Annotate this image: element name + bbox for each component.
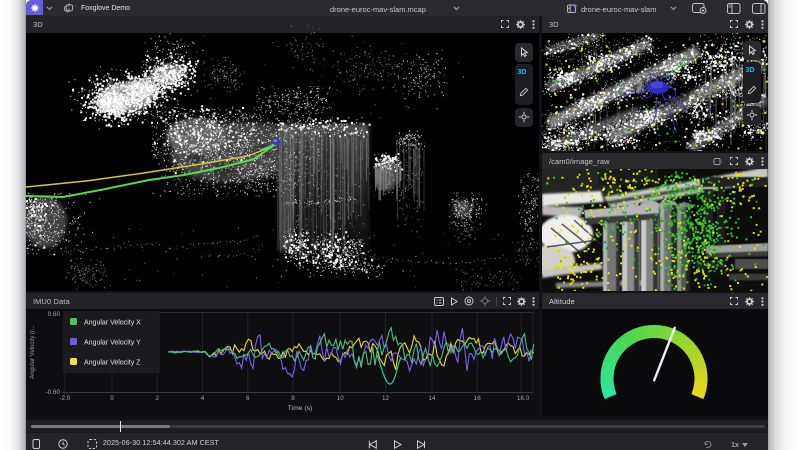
svg-text:8: 8	[291, 395, 295, 402]
svg-text:0.60: 0.60	[48, 311, 61, 318]
svg-text:Angular Velocity X: Angular Velocity X	[84, 320, 141, 327]
svg-text:Angular Velocity Y: Angular Velocity Y	[84, 340, 141, 347]
svg-text:16: 16	[474, 395, 482, 402]
svg-text:2: 2	[156, 395, 160, 402]
svg-text:-0.60: -0.60	[46, 389, 61, 396]
svg-text:0: 0	[110, 395, 114, 402]
svg-text:Angular Velocity (r...: Angular Velocity (r...	[30, 325, 36, 379]
svg-text:18.0: 18.0	[517, 395, 530, 402]
svg-text:Time (s): Time (s)	[288, 405, 313, 412]
svg-text:12: 12	[382, 395, 390, 402]
svg-text:10: 10	[337, 395, 345, 402]
svg-text:14: 14	[428, 395, 436, 402]
svg-text:Angular Velocity Z: Angular Velocity Z	[84, 360, 141, 367]
svg-text:-2.0: -2.0	[59, 395, 70, 402]
svg-text:4: 4	[201, 395, 205, 402]
svg-text:6: 6	[246, 395, 250, 402]
